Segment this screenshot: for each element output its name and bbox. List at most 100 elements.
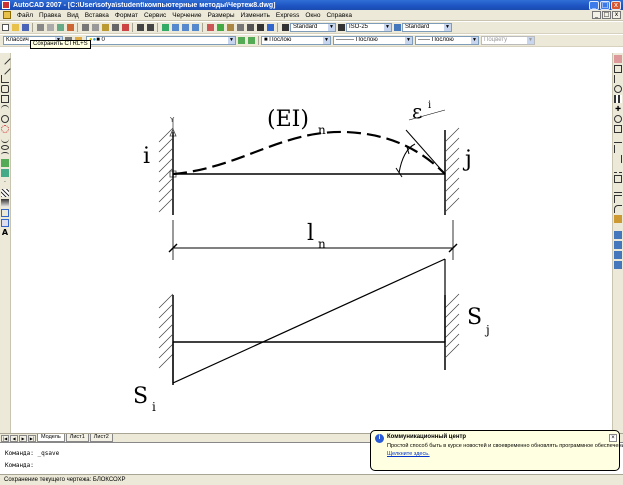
save-icon[interactable]	[21, 23, 30, 32]
next-tab-icon[interactable]: ▶	[19, 434, 27, 442]
prev-tab-icon[interactable]: ◀	[10, 434, 18, 442]
tab-layout1[interactable]: Лист1	[65, 434, 89, 442]
scale-icon[interactable]	[614, 125, 622, 133]
last-tab-icon[interactable]: ▶|	[28, 434, 36, 442]
properties-icon[interactable]	[206, 23, 215, 32]
extend-icon[interactable]	[614, 155, 622, 163]
point-icon[interactable]: ·	[1, 179, 9, 187]
move-icon[interactable]: ✚	[614, 105, 622, 113]
insert-block-icon[interactable]	[1, 159, 9, 167]
break-at-point-icon[interactable]	[614, 165, 622, 173]
drawing-area[interactable]: Y (EI) n ε i i j l n S j S i	[11, 50, 612, 433]
doc-restore-button[interactable]: □	[602, 11, 611, 19]
rotate-icon[interactable]	[614, 115, 622, 123]
table-style-select[interactable]: Standard ▼	[402, 23, 452, 32]
lineweight-select[interactable]: —— Послою ▼	[415, 36, 479, 45]
zoom-window-icon[interactable]	[181, 23, 190, 32]
polygon-icon[interactable]	[1, 85, 9, 93]
close-icon[interactable]: ×	[609, 434, 617, 442]
draw-order-above-icon[interactable]	[614, 251, 622, 259]
menu-format[interactable]: Формат	[112, 12, 141, 19]
menu-modify[interactable]: Изменить	[238, 12, 273, 19]
print-icon[interactable]	[36, 23, 45, 32]
table-icon[interactable]	[1, 219, 9, 227]
gradient-icon[interactable]	[1, 199, 9, 207]
rectangle-icon[interactable]	[1, 95, 9, 103]
pan-icon[interactable]	[161, 23, 170, 32]
paste-icon[interactable]	[101, 23, 110, 32]
break-icon[interactable]	[614, 175, 622, 183]
close-button[interactable]: x	[611, 0, 621, 10]
make-layer-current-icon[interactable]	[237, 36, 246, 45]
layer-previous-icon[interactable]	[247, 36, 256, 45]
balloon-link[interactable]: Щелкните здесь.	[387, 451, 615, 457]
color-select[interactable]: ■ Послою ▼	[261, 36, 331, 45]
calculator-icon[interactable]	[256, 23, 265, 32]
draw-order-back-icon[interactable]	[614, 241, 622, 249]
chamfer-icon[interactable]	[614, 195, 622, 203]
ellipse-arc-icon[interactable]	[1, 152, 9, 157]
copy-icon[interactable]	[91, 23, 100, 32]
tool-palettes-icon[interactable]	[226, 23, 235, 32]
doc-close-button[interactable]: x	[612, 11, 621, 19]
offset-icon[interactable]	[614, 85, 622, 93]
design-center-icon[interactable]	[216, 23, 225, 32]
construction-line-icon[interactable]	[0, 63, 11, 75]
explode-icon[interactable]	[614, 215, 622, 223]
polyline-icon[interactable]	[1, 75, 9, 83]
menu-dimension[interactable]: Размеры	[205, 12, 238, 19]
first-tab-icon[interactable]: |◀	[1, 434, 9, 442]
revision-cloud-icon[interactable]	[1, 125, 9, 133]
menu-express[interactable]: Express	[273, 12, 302, 19]
make-block-icon[interactable]	[1, 169, 9, 177]
trim-icon[interactable]	[614, 145, 622, 153]
erase-icon[interactable]	[614, 55, 622, 63]
tab-model[interactable]: Модель	[37, 434, 65, 442]
circle-icon[interactable]	[1, 115, 9, 123]
autocad-app-icon[interactable]	[2, 1, 10, 9]
spline-icon[interactable]	[1, 135, 9, 143]
cut-icon[interactable]	[81, 23, 90, 32]
sheet-set-icon[interactable]	[236, 23, 245, 32]
menu-help[interactable]: Справка	[323, 12, 355, 19]
publish-icon[interactable]	[56, 23, 65, 32]
fillet-icon[interactable]	[614, 205, 622, 213]
multiline-text-icon[interactable]: A	[1, 229, 9, 237]
menu-window[interactable]: Окно	[302, 12, 323, 19]
draw-order-below-icon[interactable]	[614, 261, 622, 269]
open-file-icon[interactable]	[11, 23, 20, 32]
plot-icon[interactable]	[66, 23, 75, 32]
hatch-icon[interactable]	[1, 189, 9, 197]
menu-edit[interactable]: Правка	[36, 12, 64, 19]
maximize-button[interactable]: □	[600, 0, 610, 10]
help-icon[interactable]	[266, 23, 275, 32]
menu-draw[interactable]: Черчение	[169, 12, 204, 19]
undo-icon[interactable]	[136, 23, 145, 32]
arc-icon[interactable]	[1, 105, 9, 113]
print-preview-icon[interactable]	[46, 23, 55, 32]
menu-view[interactable]: Вид	[64, 12, 82, 19]
menu-tools[interactable]: Сервис	[141, 12, 169, 19]
join-icon[interactable]	[614, 185, 622, 193]
layer-select[interactable]: ●●■ 0 ▼	[86, 36, 236, 45]
text-style-select[interactable]: Standard ▼	[290, 23, 336, 32]
new-file-icon[interactable]	[1, 23, 10, 32]
block-editor-icon[interactable]	[121, 23, 130, 32]
document-icon[interactable]	[3, 11, 11, 19]
region-icon[interactable]	[1, 209, 9, 217]
linetype-select[interactable]: ——— Послою ▼	[333, 36, 413, 45]
array-icon[interactable]	[614, 95, 622, 103]
doc-minimize-button[interactable]: _	[592, 11, 601, 19]
minimize-button[interactable]: _	[589, 0, 599, 10]
draw-order-front-icon[interactable]	[614, 231, 622, 239]
markup-icon[interactable]	[246, 23, 255, 32]
ellipse-icon[interactable]	[1, 145, 9, 150]
menu-insert[interactable]: Вставка	[82, 12, 112, 19]
tab-layout2[interactable]: Лист2	[89, 434, 113, 442]
match-properties-icon[interactable]	[111, 23, 120, 32]
copy-object-icon[interactable]	[614, 65, 622, 73]
mirror-icon[interactable]	[614, 75, 622, 83]
command-input[interactable]: Команда:	[5, 462, 34, 469]
dim-style-select[interactable]: ISO-25 ▼	[346, 23, 392, 32]
menu-file[interactable]: Файл	[14, 12, 36, 19]
